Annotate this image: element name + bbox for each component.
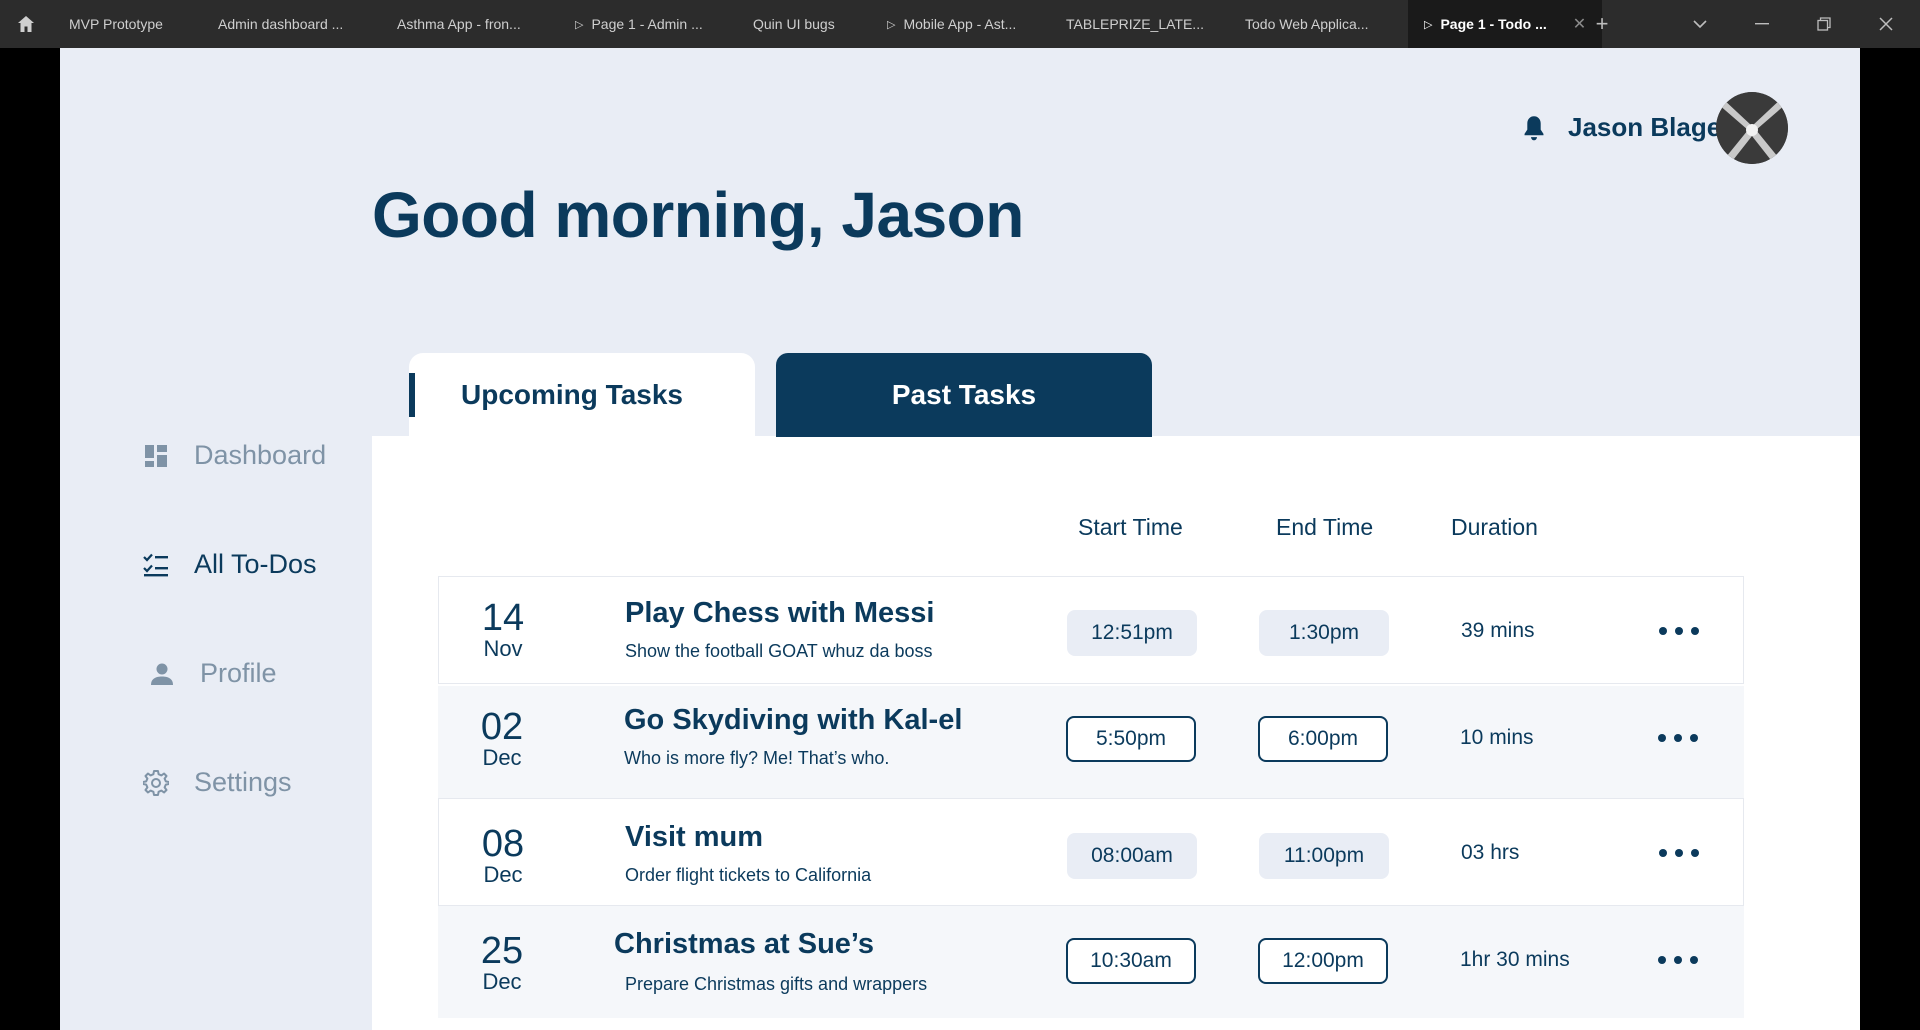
task-date: 02 Dec	[472, 708, 532, 770]
browser-tab[interactable]: Admin dashboard ...	[218, 0, 343, 48]
date-day: 08	[481, 823, 525, 865]
chevron-down-icon[interactable]	[1676, 0, 1724, 48]
bell-icon[interactable]	[1520, 114, 1548, 144]
date-day: 14	[481, 597, 525, 639]
sidebar-item-dashboard[interactable]: Dashboard	[142, 440, 326, 471]
play-icon: ▷	[575, 18, 584, 31]
task-description: Order flight tickets to California	[625, 865, 872, 885]
start-time-pill[interactable]: 12:51pm	[1067, 610, 1197, 656]
browser-tab[interactable]: TABLEPRIZE_LATE...	[1066, 0, 1204, 48]
active-tab-marker	[409, 373, 415, 417]
browser-tab[interactable]: Asthma App - fron...	[397, 0, 521, 48]
column-header-start-time: Start Time	[1078, 514, 1183, 540]
date-month: Dec	[482, 969, 522, 994]
tab-label: MVP Prototype	[69, 16, 163, 32]
browser-tab[interactable]: ▷ Page 1 - Admin ...	[575, 0, 703, 48]
tab-label: Mobile App - Ast...	[903, 16, 1017, 32]
task-description: Prepare Christmas gifts and wrappers	[625, 974, 928, 994]
tab-label: TABLEPRIZE_LATE...	[1066, 16, 1204, 32]
close-window-icon[interactable]	[1862, 0, 1910, 48]
start-time-pill[interactable]: 08:00am	[1067, 833, 1197, 879]
tab-label: Page 1 - Admin ...	[591, 16, 703, 32]
start-time-pill[interactable]: 5:50pm	[1066, 716, 1196, 762]
checklist-icon	[142, 551, 170, 579]
more-options-icon[interactable]	[1659, 843, 1699, 863]
start-time-pill[interactable]: 10:30am	[1066, 938, 1196, 984]
sidebar-item-label: Settings	[194, 767, 292, 797]
column-header-end-time: End Time	[1276, 514, 1374, 540]
sidebar-item-profile[interactable]: Profile	[148, 658, 277, 689]
browser-tab[interactable]: ▷ Mobile App - Ast...	[887, 0, 1016, 48]
task-duration: 10 mins	[1460, 726, 1534, 749]
todo-app: Jason Blage Good morning, Jason Upcoming…	[60, 48, 1860, 1030]
task-date: 08 Dec	[473, 825, 533, 887]
tab-label: Upcoming Tasks	[461, 379, 683, 410]
tab-label: Page 1 - Todo ...	[1440, 16, 1547, 32]
end-time-pill[interactable]: 6:00pm	[1258, 716, 1388, 762]
end-time-pill[interactable]: 11:00pm	[1259, 833, 1389, 879]
end-time-pill[interactable]: 12:00pm	[1258, 938, 1388, 984]
sidebar-item-all-todos[interactable]: All To-Dos	[142, 549, 317, 580]
task-title: Play Chess with Messi	[625, 597, 935, 629]
play-icon: ▷	[1424, 18, 1433, 31]
minimize-icon[interactable]	[1738, 0, 1786, 48]
more-options-icon[interactable]	[1658, 950, 1698, 970]
task-description: Show the football GOAT whuz da boss	[625, 641, 933, 661]
more-options-icon[interactable]	[1658, 728, 1698, 748]
task-title: Go Skydiving with Kal-el	[624, 704, 963, 736]
greeting-heading: Good morning, Jason	[372, 179, 1024, 251]
browser-tab-bar: MVP Prototype Admin dashboard ... Asthma…	[0, 0, 1920, 48]
task-description: Who is more fly? Me! That’s who.	[624, 748, 890, 768]
task-title: Visit mum	[625, 821, 764, 853]
tab-upcoming-tasks[interactable]: Upcoming Tasks	[409, 353, 755, 437]
sidebar-item-settings[interactable]: Settings	[142, 767, 292, 798]
browser-tab[interactable]: MVP Prototype	[69, 0, 163, 48]
person-icon	[148, 660, 176, 688]
browser-tab[interactable]: Quin UI bugs	[753, 0, 835, 48]
column-header-duration: Duration	[1451, 514, 1538, 540]
table-row[interactable]: 25 Dec Christmas at Sue’s Prepare Christ…	[438, 906, 1744, 1018]
task-duration: 39 mins	[1461, 619, 1535, 642]
sidebar-item-label: Profile	[200, 658, 277, 688]
avatar[interactable]	[1716, 92, 1788, 164]
tab-past-tasks[interactable]: Past Tasks	[776, 353, 1152, 437]
task-date: 25 Dec	[472, 932, 532, 994]
date-day: 02	[480, 706, 524, 748]
user-name[interactable]: Jason Blage	[1568, 112, 1721, 143]
sidebar-item-label: Dashboard	[194, 440, 327, 470]
browser-tab-active[interactable]: ▷ Page 1 - Todo ... ✕	[1408, 0, 1603, 48]
tab-label: Quin UI bugs	[753, 16, 835, 32]
task-duration: 1hr 30 mins	[1460, 948, 1570, 971]
new-tab-icon[interactable]: +	[1578, 0, 1626, 48]
table-row[interactable]: 02 Dec Go Skydiving with Kal-el Who is m…	[438, 686, 1744, 798]
play-icon: ▷	[887, 18, 896, 31]
task-date: 14 Nov	[473, 599, 533, 661]
sidebar-item-label: All To-Dos	[194, 549, 317, 579]
more-options-icon[interactable]	[1659, 621, 1699, 641]
date-month: Dec	[482, 745, 522, 770]
tab-label: Asthma App - fron...	[397, 16, 521, 32]
end-time-pill[interactable]: 1:30pm	[1259, 610, 1389, 656]
restore-icon[interactable]	[1800, 0, 1848, 48]
date-day: 25	[480, 930, 524, 972]
browser-tab[interactable]: Todo Web Applica...	[1245, 0, 1368, 48]
dashboard-icon	[142, 442, 170, 470]
date-month: Dec	[483, 862, 523, 887]
table-row[interactable]: 08 Dec Visit mum Order flight tickets to…	[438, 798, 1744, 906]
date-month: Nov	[483, 636, 523, 661]
task-duration: 03 hrs	[1461, 841, 1520, 864]
table-row[interactable]: 14 Nov Play Chess with Messi Show the fo…	[438, 576, 1744, 684]
tab-label: Admin dashboard ...	[218, 16, 344, 32]
tab-label: Todo Web Applica...	[1245, 16, 1369, 32]
home-icon[interactable]	[14, 12, 38, 36]
gear-icon	[142, 769, 170, 797]
tab-label: Past Tasks	[891, 379, 1037, 410]
task-title: Christmas at Sue’s	[614, 928, 875, 960]
